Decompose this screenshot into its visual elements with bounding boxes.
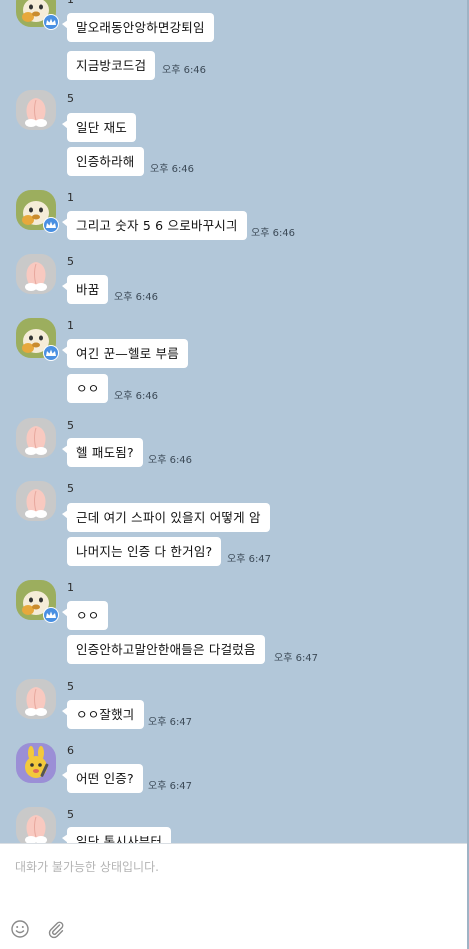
message-time: 오후 6:47 [148,781,193,792]
apeach-peach-avatar[interactable] [16,90,56,130]
message-bubble[interactable]: 근데 여기 스파이 있을지 어떻게 암 [62,503,270,532]
message-bubble[interactable]: 헬 패도됨? [62,438,143,467]
message-bubble[interactable]: 그리고 숫자 5 6 으로바꾸시긔 [62,211,247,240]
sender-name: 1 [67,319,74,332]
crown-icon [43,345,59,361]
crown-icon [43,14,59,30]
apeach-peach-avatar[interactable] [16,418,56,458]
sender-name: 6 [67,744,74,757]
sender-name: 5 [67,808,74,821]
sender-name: 5 [67,482,74,495]
message-time: 오후 6:46 [114,292,159,303]
message-time: 오후 6:46 [162,65,207,76]
message-time: 오후 6:46 [251,228,296,239]
message-input-area[interactable]: 대화가 불가능한 상태입니다. [0,843,469,949]
input-placeholder: 대화가 불가능한 상태입니다. [15,860,159,874]
crown-icon [43,607,59,623]
sender-name: 1 [67,191,74,204]
message-time: 오후 6:47 [148,717,193,728]
message-bubble[interactable]: 일단 톡시사부터 [61,827,172,843]
message-time: 오후 6:47 [274,653,319,664]
paperclip-icon[interactable] [46,919,66,939]
message-time: 오후 6:46 [150,164,195,175]
message-time: 오후 6:46 [148,455,193,466]
ryan-lion-avatar[interactable] [16,318,59,361]
message-bubble[interactable]: 인증하라해 [67,147,144,176]
message-bubble[interactable]: 바꿈 [61,275,109,304]
message-bubble[interactable]: 여긴 꾼—헬로 부름 [62,339,188,368]
message-bubble[interactable]: ㅇㅇ잘했긔 [62,700,144,729]
message-bubble[interactable]: 지금방코드검 [67,51,156,80]
message-time: 오후 6:46 [114,391,159,402]
message-time: 오후 6:47 [227,554,272,565]
ryan-lion-avatar[interactable] [16,580,59,623]
message-bubble[interactable]: 일단 재도 [62,113,136,142]
crown-icon [43,217,59,233]
apeach-peach-avatar[interactable] [16,254,56,294]
sender-name: 5 [67,680,74,693]
message-bubble[interactable]: 말오래동안앙하면강퇴임 [62,13,214,42]
message-bubble[interactable]: 나머지는 인증 다 한거임? [67,537,222,566]
message-bubble[interactable]: 인증안하고말안한애들은 다걸렀음 [67,635,265,664]
sender-name: 5 [67,255,74,268]
ryan-lion-avatar[interactable] [16,190,59,233]
apeach-peach-avatar[interactable] [16,679,56,719]
chat-message-list[interactable]: 1 말오래동안앙하면강퇴임 지금방코드검 오후 6:46 5 일단 재도 인증하… [0,0,469,843]
muzi-avatar[interactable] [16,743,56,783]
ryan-lion-avatar[interactable] [16,0,59,30]
message-bubble[interactable]: ㅇㅇ [67,374,109,403]
apeach-peach-avatar[interactable] [16,807,56,843]
message-bubble[interactable]: ㅇㅇ [61,601,109,630]
sender-name: 1 [67,0,74,7]
sender-name: 5 [67,92,74,105]
smiley-icon[interactable] [10,919,30,939]
message-bubble[interactable]: 어떤 인증? [62,764,143,793]
sender-name: 5 [67,419,74,432]
apeach-peach-avatar[interactable] [16,481,56,521]
sender-name: 1 [67,581,74,594]
